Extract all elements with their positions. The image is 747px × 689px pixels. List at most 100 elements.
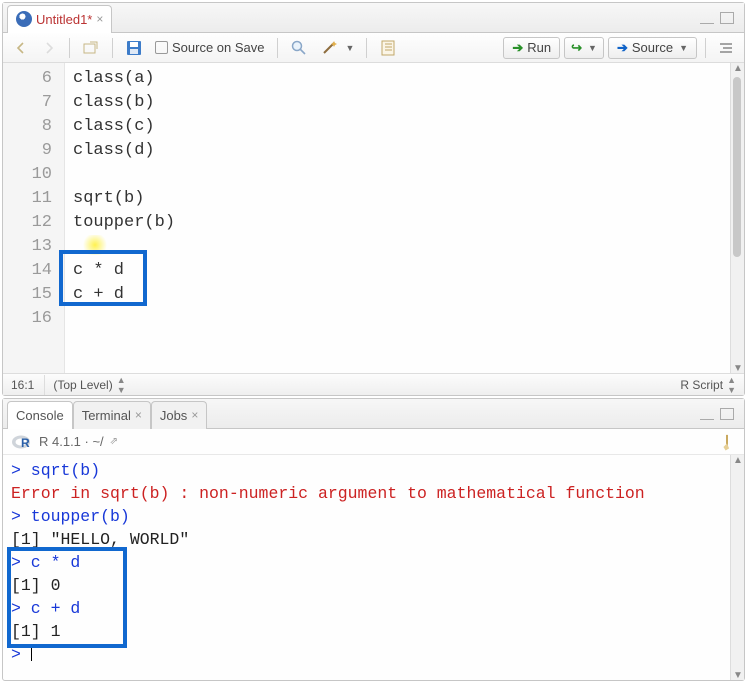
code-area[interactable]: class(a)class(b)class(c)class(d) sqrt(b)… (65, 63, 730, 373)
code-line: sqrt(b) (73, 187, 722, 211)
console-tab-bar: Console Terminal × Jobs × (3, 399, 744, 429)
editor-toolbar: Source on Save ▼ ➔ Run ↪ ▼ ➔ Source ▼ (3, 33, 744, 63)
forward-nav-button[interactable] (37, 38, 61, 58)
close-icon[interactable]: × (135, 408, 142, 422)
line-number: 7 (15, 91, 52, 115)
code-line: c + d (73, 283, 722, 307)
close-icon[interactable]: × (96, 12, 103, 26)
tab-terminal-label: Terminal (82, 408, 131, 423)
cursor-position: 16:1 (11, 378, 34, 392)
scope-selector[interactable]: (Top Level) ▲▼ (44, 375, 125, 395)
editor-scrollbar[interactable]: ▲ ▼ (730, 63, 744, 373)
text-cursor (31, 644, 32, 661)
svg-text:R: R (21, 436, 30, 450)
tab-console-label: Console (16, 408, 64, 423)
line-number: 14 (15, 259, 52, 283)
editor-status-bar: 16:1 (Top Level) ▲▼ R Script ▲▼ (3, 373, 744, 395)
code-line: c * d (73, 259, 722, 283)
popout-icon (82, 40, 100, 56)
tab-console[interactable]: Console (7, 401, 73, 429)
line-number: 9 (15, 139, 52, 163)
search-icon (290, 39, 308, 57)
minimize-icon[interactable] (700, 12, 714, 24)
source-on-save-label: Source on Save (172, 40, 265, 55)
scroll-down-icon[interactable]: ▼ (733, 670, 743, 680)
tab-terminal[interactable]: Terminal × (73, 401, 151, 429)
line-number: 16 (15, 307, 52, 331)
compile-report-button[interactable] (375, 37, 401, 59)
caret-down-icon: ▼ (346, 43, 355, 53)
console-line: Error in sqrt(b) : non-numeric argument … (11, 482, 722, 505)
code-line (73, 307, 722, 331)
scroll-up-icon[interactable]: ▲ (733, 455, 743, 465)
source-arrow-icon: ➔ (617, 40, 628, 56)
toolbar-separator (366, 38, 367, 58)
line-number: 11 (15, 187, 52, 211)
code-line (73, 235, 722, 259)
pane-window-controls (700, 12, 740, 24)
run-arrow-icon: ➔ (512, 40, 523, 56)
toolbar-separator (705, 38, 706, 58)
line-number: 6 (15, 67, 52, 91)
scope-label: (Top Level) (53, 378, 112, 392)
caret-down-icon: ▼ (679, 43, 688, 53)
code-line: toupper(b) (73, 211, 722, 235)
console-line: [1] "HELLO, WORLD" (11, 528, 722, 551)
line-number: 8 (15, 115, 52, 139)
minimize-icon[interactable] (700, 408, 714, 420)
line-gutter: 678910111213141516 (3, 63, 65, 373)
maximize-icon[interactable] (720, 12, 734, 24)
save-icon (125, 39, 143, 57)
clear-console-icon[interactable] (714, 429, 739, 454)
console-output[interactable]: > sqrt(b)Error in sqrt(b) : non-numeric … (3, 455, 730, 680)
save-button[interactable] (121, 37, 147, 59)
code-tools-button[interactable]: ▼ (316, 37, 359, 59)
r-version-label: R 4.1.1 · ~/ (39, 434, 104, 449)
code-line (73, 163, 722, 187)
source-button[interactable]: ➔ Source ▼ (608, 37, 697, 59)
updown-icon: ▲▼ (727, 375, 736, 395)
show-in-new-window-button[interactable] (78, 38, 104, 58)
console-scrollbar[interactable]: ▲ ▼ (730, 455, 744, 680)
console-line: > c * d (11, 551, 722, 574)
line-number: 12 (15, 211, 52, 235)
scroll-thumb[interactable] (733, 77, 741, 257)
console-info-bar: R R 4.1.1 · ~/ ⇗ (3, 429, 744, 455)
console-line: [1] 1 (11, 620, 722, 643)
maximize-icon[interactable] (720, 408, 734, 420)
editor-tab-untitled[interactable]: Untitled1* × (7, 5, 112, 33)
forward-arrow-icon (41, 40, 57, 56)
source-on-save-checkbox[interactable]: Source on Save (151, 38, 269, 57)
wd-popout-icon[interactable]: ⇗ (110, 436, 118, 447)
console-line: > (11, 643, 722, 666)
rerun-button[interactable]: ↪ ▼ (564, 37, 604, 59)
console-line: [1] 0 (11, 574, 722, 597)
run-button[interactable]: ➔ Run (503, 37, 560, 59)
editor-tab-label: Untitled1* (36, 12, 92, 27)
console-pane: Console Terminal × Jobs × R R 4.1.1 · ~/… (2, 398, 745, 681)
close-icon[interactable]: × (191, 408, 198, 422)
language-label: R Script (680, 378, 723, 392)
wand-icon (320, 39, 340, 57)
back-nav-button[interactable] (9, 38, 33, 58)
language-selector[interactable]: R Script ▲▼ (680, 375, 736, 395)
updown-icon: ▲▼ (117, 375, 126, 395)
scroll-down-icon[interactable]: ▼ (733, 363, 743, 373)
editor-body: 678910111213141516 class(a)class(b)class… (3, 63, 744, 373)
r-file-icon (16, 11, 32, 27)
editor-tab-bar: Untitled1* × (3, 3, 744, 33)
r-logo-icon: R (11, 434, 33, 450)
code-line: class(d) (73, 139, 722, 163)
toolbar-separator (69, 38, 70, 58)
source-label: Source (632, 40, 673, 55)
outline-button[interactable] (714, 38, 738, 58)
rerun-arrow-icon: ↪ (571, 40, 582, 56)
find-button[interactable] (286, 37, 312, 59)
tab-jobs[interactable]: Jobs × (151, 401, 207, 429)
console-line: > toupper(b) (11, 505, 722, 528)
console-line: > sqrt(b) (11, 459, 722, 482)
scroll-up-icon[interactable]: ▲ (733, 63, 743, 73)
caret-down-icon: ▼ (588, 43, 597, 53)
code-line: class(b) (73, 91, 722, 115)
toolbar-separator (277, 38, 278, 58)
